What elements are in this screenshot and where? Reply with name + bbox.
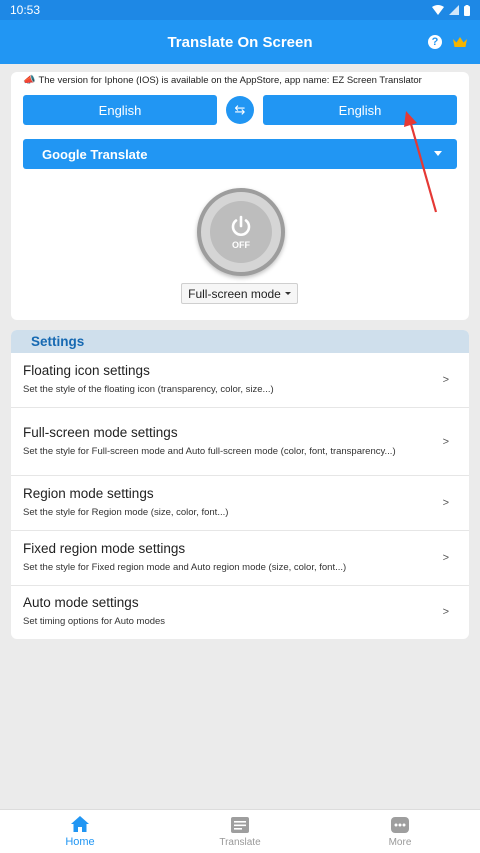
help-icon[interactable]: ? bbox=[428, 35, 442, 49]
settings-item-title: Region mode settings bbox=[23, 486, 154, 502]
translation-engine-select[interactable]: Google Translate bbox=[23, 139, 457, 169]
source-language-button[interactable]: English bbox=[23, 95, 217, 125]
mode-select[interactable]: Full-screen mode bbox=[181, 283, 298, 304]
nav-item-more[interactable]: More bbox=[350, 816, 450, 848]
nav-item-translate[interactable]: Translate bbox=[190, 816, 290, 848]
signal-icon bbox=[449, 5, 459, 15]
nav-label: Home bbox=[65, 836, 95, 848]
target-language-button[interactable]: English bbox=[263, 95, 457, 125]
engine-label: Google Translate bbox=[42, 146, 148, 162]
translation-card: 📣 The version for Iphone (IOS) is availa… bbox=[11, 72, 469, 320]
megaphone-icon: 📣 bbox=[23, 75, 36, 86]
chevron-down-icon bbox=[434, 151, 442, 156]
ios-notice[interactable]: 📣 The version for Iphone (IOS) is availa… bbox=[11, 72, 469, 86]
chevron-right-icon: > bbox=[442, 374, 449, 386]
settings-item-floating-icon[interactable]: Floating icon settings Set the style of … bbox=[11, 353, 469, 408]
chevron-right-icon: > bbox=[442, 435, 449, 448]
nav-label: Translate bbox=[219, 836, 261, 848]
settings-item-title: Auto mode settings bbox=[23, 595, 139, 611]
settings-item-desc: Set the style for Fixed region mode and … bbox=[23, 562, 347, 574]
chevron-right-icon: > bbox=[442, 606, 449, 618]
battery-icon bbox=[464, 4, 470, 16]
settings-item-desc: Set the style of the floating icon (tran… bbox=[23, 384, 274, 396]
settings-card: Settings Floating icon settings Set the … bbox=[11, 330, 469, 639]
power-state-label: OFF bbox=[232, 240, 250, 250]
chevron-right-icon: > bbox=[442, 552, 449, 564]
power-icon bbox=[231, 215, 251, 236]
settings-item-fixed-region[interactable]: Fixed region mode settings Set the style… bbox=[11, 531, 469, 586]
settings-item-full-screen[interactable]: Full-screen mode settings Set the style … bbox=[11, 408, 469, 476]
translate-icon bbox=[231, 816, 249, 834]
settings-item-title: Full-screen mode settings bbox=[23, 424, 178, 440]
nav-label: More bbox=[388, 836, 412, 848]
status-time: 10:53 bbox=[10, 3, 41, 17]
app-title: Translate On Screen bbox=[167, 33, 313, 51]
settings-item-auto-mode[interactable]: Auto mode settings Set timing options fo… bbox=[11, 586, 469, 638]
nav-item-home[interactable]: Home bbox=[30, 815, 130, 848]
status-icons bbox=[432, 4, 470, 16]
mode-label: Full-screen mode bbox=[188, 286, 281, 301]
notice-text: The version for Iphone (IOS) is availabl… bbox=[38, 75, 422, 86]
settings-item-desc: Set the style for Region mode (size, col… bbox=[23, 507, 229, 519]
power-toggle-button[interactable]: OFF bbox=[197, 188, 285, 276]
caret-down-icon bbox=[284, 292, 291, 295]
status-bar: 10:53 bbox=[0, 0, 480, 20]
home-icon bbox=[70, 815, 90, 833]
language-row: English ⇆ English bbox=[23, 95, 457, 125]
settings-item-title: Fixed region mode settings bbox=[23, 541, 186, 557]
settings-item-desc: Set timing options for Auto modes bbox=[23, 616, 166, 628]
settings-header: Settings bbox=[11, 330, 469, 353]
chevron-right-icon: > bbox=[442, 497, 449, 509]
settings-item-region[interactable]: Region mode settings Set the style for R… bbox=[11, 476, 469, 531]
settings-item-title: Floating icon settings bbox=[23, 363, 150, 379]
settings-item-desc: Set the style for Full-screen mode and A… bbox=[23, 445, 396, 457]
app-bar: Translate On Screen ? bbox=[0, 20, 480, 64]
bottom-nav: Home Translate More bbox=[0, 809, 480, 853]
wifi-icon bbox=[432, 5, 444, 15]
swap-languages-icon[interactable]: ⇆ bbox=[226, 96, 254, 124]
more-icon bbox=[391, 816, 409, 834]
crown-icon[interactable] bbox=[452, 36, 468, 48]
